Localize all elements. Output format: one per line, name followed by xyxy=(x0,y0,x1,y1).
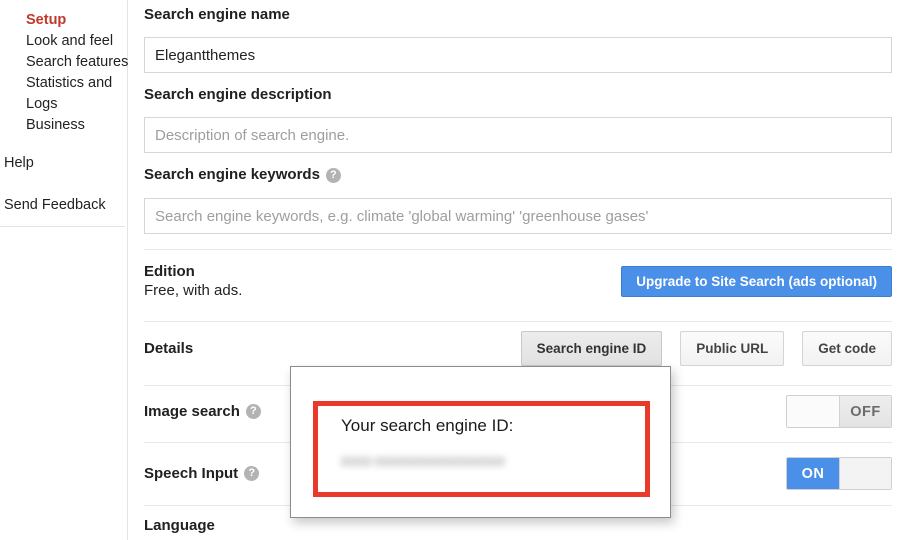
speech-input-label-text: Speech Input xyxy=(144,464,239,482)
speech-input-label: Speech Input ? xyxy=(144,464,260,483)
sidebar-divider xyxy=(0,226,125,227)
sidebar-item-search-features[interactable]: Search features xyxy=(0,52,128,73)
search-engine-keywords-label: Search engine keywords ? xyxy=(144,166,341,184)
sidebar-item-help[interactable]: Help xyxy=(0,153,127,174)
sidebar-item-business[interactable]: Business xyxy=(0,115,127,136)
help-icon[interactable]: ? xyxy=(244,466,260,481)
details-label-block: Details xyxy=(144,339,193,358)
settings-page: Setup Look and feel Search features Stat… xyxy=(0,0,916,540)
search-engine-description-label: Search engine description xyxy=(144,86,332,104)
help-icon[interactable]: ? xyxy=(325,167,341,183)
image-search-toggle-state: OFF xyxy=(839,396,891,427)
help-icon[interactable]: ? xyxy=(245,404,261,419)
search-engine-name-label: Search engine name xyxy=(144,6,290,24)
sidebar: Setup Look and feel Search features Stat… xyxy=(0,0,128,540)
edition-label-block: Edition Free, with ads. xyxy=(144,262,242,301)
details-title: Details xyxy=(144,340,194,357)
sidebar-item-statistics-and-logs[interactable]: Statistics and Logs xyxy=(0,73,127,115)
edition-subtitle: Free, with ads. xyxy=(144,282,243,299)
get-code-button[interactable]: Get code xyxy=(802,331,892,366)
edition-row: Edition Free, with ads. Upgrade to Site … xyxy=(144,262,892,301)
details-button-group: Search engine ID Public URL Get code xyxy=(520,331,892,366)
search-engine-name-label-wrap: Search engine name xyxy=(144,6,290,24)
speech-input-toggle-state: ON xyxy=(787,458,839,489)
toggle-knob xyxy=(839,458,891,489)
toggle-knob xyxy=(787,396,839,427)
search-engine-name-label-text: Search engine name xyxy=(144,6,290,23)
image-search-label-text: Image search xyxy=(144,402,240,420)
popup-title: Your search engine ID: xyxy=(341,416,514,435)
divider-after-keywords xyxy=(144,249,892,250)
search-engine-keywords-label-wrap: Search engine keywords ? xyxy=(144,166,341,184)
language-row: Language xyxy=(144,517,892,535)
image-search-label: Image search ? xyxy=(144,403,261,421)
speech-input-toggle[interactable]: ON xyxy=(786,457,892,490)
details-row: Details Search engine ID Public URL Get … xyxy=(144,331,892,366)
divider-after-edition xyxy=(144,321,892,322)
search-engine-id-button[interactable]: Search engine ID xyxy=(520,331,663,366)
search-engine-name-input[interactable] xyxy=(144,37,892,73)
search-engine-id-value[interactable]: 0000:00000000000000000 xyxy=(341,454,505,469)
search-engine-description-input[interactable] xyxy=(144,117,892,153)
search-engine-id-highlight-box: Your search engine ID: 0000:000000000000… xyxy=(313,401,650,497)
search-engine-keywords-label-text: Search engine keywords xyxy=(144,166,320,183)
sidebar-item-look-and-feel[interactable]: Look and feel xyxy=(0,31,127,52)
edition-title: Edition xyxy=(144,263,195,280)
sidebar-item-setup[interactable]: Setup xyxy=(0,10,127,31)
sidebar-primary-nav: Setup Look and feel Search features Stat… xyxy=(0,0,128,136)
language-label: Language xyxy=(144,517,215,535)
public-url-button[interactable]: Public URL xyxy=(680,331,785,366)
search-engine-keywords-input[interactable] xyxy=(144,198,892,234)
language-label-text: Language xyxy=(144,517,215,534)
sidebar-secondary-nav: Help Send Feedback xyxy=(0,153,127,216)
search-engine-description-label-wrap: Search engine description xyxy=(144,86,332,104)
upgrade-to-site-search-button[interactable]: Upgrade to Site Search (ads optional) xyxy=(621,266,892,297)
search-engine-description-label-text: Search engine description xyxy=(144,86,332,103)
image-search-toggle[interactable]: OFF xyxy=(786,395,892,428)
search-engine-id-popup: Your search engine ID: 0000:000000000000… xyxy=(290,366,671,518)
sidebar-item-send-feedback[interactable]: Send Feedback xyxy=(0,195,127,216)
